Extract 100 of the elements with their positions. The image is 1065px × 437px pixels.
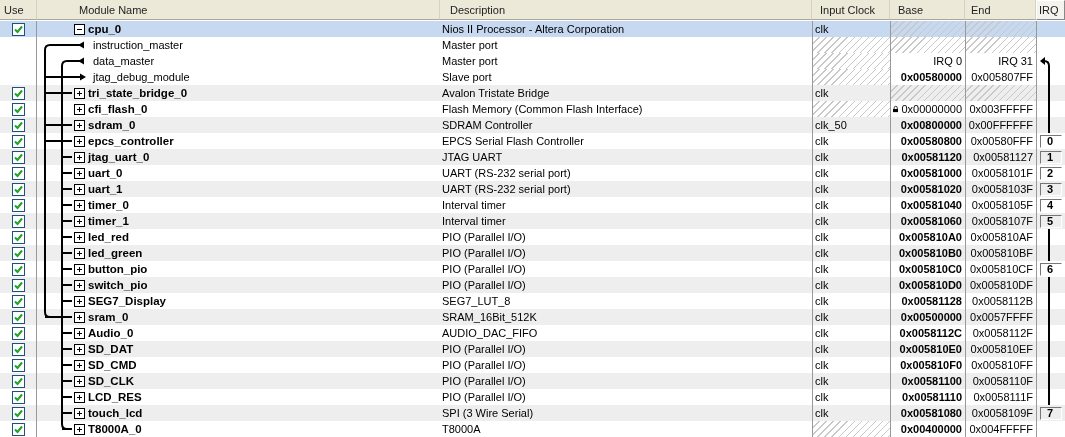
module-name[interactable]: tri_state_bridge_0 (88, 87, 188, 99)
unavailable-cell (965, 37, 1036, 53)
expand-icon[interactable] (74, 87, 85, 99)
expand-icon[interactable] (74, 375, 85, 387)
column-header[interactable]: Use (0, 0, 37, 20)
column-header[interactable]: Description (440, 0, 812, 20)
expand-icon[interactable] (74, 295, 85, 307)
checkbox[interactable] (11, 182, 25, 196)
module-name[interactable]: Audio_0 (88, 327, 134, 339)
module-name[interactable]: led_green (88, 247, 143, 259)
irq-chain-line (1048, 228, 1050, 262)
module-name[interactable]: switch_pio (88, 279, 148, 291)
module-name[interactable]: cfi_flash_0 (88, 103, 148, 115)
module-name[interactable]: timer_1 (88, 215, 129, 227)
column-header[interactable]: IRQ (1036, 0, 1065, 20)
module-name[interactable]: LCD_RES (88, 391, 142, 403)
clock-text: clk (812, 309, 890, 325)
end-address: 0x005810EF (965, 341, 1036, 357)
expand-icon[interactable] (74, 103, 85, 115)
checkbox[interactable] (11, 278, 25, 292)
clock-text: clk (812, 85, 890, 101)
checkbox[interactable] (11, 326, 25, 340)
expand-icon[interactable] (74, 311, 85, 323)
irq-field[interactable]: 5 (1040, 214, 1062, 228)
checkbox[interactable] (11, 390, 25, 404)
clock-text: clk (812, 181, 890, 197)
checkbox[interactable] (11, 310, 25, 324)
irq-field[interactable]: 2 (1040, 166, 1062, 180)
checkbox[interactable] (11, 134, 25, 148)
table-cell (1036, 85, 1065, 101)
irq-field[interactable]: 4 (1040, 198, 1062, 212)
unavailable-cell (965, 21, 1036, 37)
module-name[interactable]: uart_1 (88, 183, 123, 195)
checkbox[interactable] (11, 166, 25, 180)
expand-icon[interactable] (74, 327, 85, 339)
irq-field[interactable]: 0 (1040, 134, 1062, 148)
column-header[interactable]: Input Clock (812, 0, 890, 20)
irq-field[interactable]: 3 (1040, 182, 1062, 196)
checkbox[interactable] (11, 422, 25, 436)
checkbox[interactable] (11, 342, 25, 356)
expand-icon[interactable] (74, 343, 85, 355)
expand-icon[interactable] (74, 135, 85, 147)
module-name[interactable]: uart_0 (88, 167, 123, 179)
expand-icon[interactable] (74, 119, 85, 131)
checkbox[interactable] (11, 150, 25, 164)
checkbox[interactable] (11, 214, 25, 228)
checkbox[interactable] (11, 262, 25, 276)
expand-icon[interactable] (74, 247, 85, 259)
module-name[interactable]: T8000A_0 (88, 423, 142, 435)
irq-field[interactable]: 6 (1040, 262, 1062, 276)
expand-icon[interactable] (74, 423, 85, 435)
module-name[interactable]: cpu_0 (88, 23, 122, 35)
module-name[interactable]: touch_lcd (88, 407, 143, 419)
irq-field[interactable]: 7 (1040, 406, 1062, 420)
expand-icon[interactable] (74, 359, 85, 371)
end-address: 0x004FFFFF (965, 421, 1036, 437)
checkbox[interactable] (11, 118, 25, 132)
selected-row-highlight[interactable]: cpu_0 (37, 21, 440, 37)
end-address: 0x00581127 (965, 149, 1036, 165)
checkbox[interactable] (11, 22, 25, 36)
description-text: Flash Memory (Common Flash Interface) (441, 102, 644, 117)
expand-icon[interactable] (74, 231, 85, 243)
column-header[interactable]: End (965, 0, 1036, 20)
base-address: 0x00581060 (900, 215, 962, 227)
column-header[interactable]: Base (890, 0, 965, 20)
checkbox[interactable] (11, 406, 25, 420)
checkbox[interactable] (11, 374, 25, 388)
module-name[interactable]: SD_CLK (88, 375, 134, 387)
module-name[interactable]: SD_DAT (88, 343, 134, 355)
checkbox[interactable] (11, 198, 25, 212)
end-address: 0x0058110F (965, 373, 1036, 389)
module-name[interactable]: sram_0 (88, 311, 129, 323)
column-header[interactable]: Module Name (37, 0, 440, 20)
irq-field[interactable]: 1 (1040, 150, 1062, 164)
expand-icon[interactable] (74, 167, 85, 179)
checkbox[interactable] (11, 86, 25, 100)
module-name[interactable]: epcs_controller (88, 135, 174, 147)
checkbox[interactable] (11, 102, 25, 116)
module-name[interactable]: jtag_uart_0 (88, 151, 150, 163)
expand-icon[interactable] (74, 151, 85, 163)
module-name[interactable]: button_pio (88, 263, 148, 275)
module-name[interactable]: SD_CMD (88, 359, 137, 371)
module-name[interactable]: led_red (88, 231, 129, 243)
description-text: SEG7_LUT_8 (441, 294, 512, 309)
expand-icon[interactable] (74, 215, 85, 227)
checkbox[interactable] (11, 358, 25, 372)
expand-icon[interactable] (74, 199, 85, 211)
module-name[interactable]: SEG7_Display (88, 295, 166, 307)
expand-icon[interactable] (74, 183, 85, 195)
port-name: data_master (93, 55, 155, 67)
module-name[interactable]: timer_0 (88, 199, 129, 211)
checkbox[interactable] (11, 230, 25, 244)
checkbox[interactable] (11, 294, 25, 308)
checkbox[interactable] (11, 246, 25, 260)
module-name[interactable]: sdram_0 (88, 119, 136, 131)
expand-icon[interactable] (74, 279, 85, 291)
expand-icon[interactable] (74, 263, 85, 275)
expand-icon[interactable] (74, 391, 85, 403)
expand-icon[interactable] (74, 407, 85, 419)
collapse-icon[interactable] (74, 23, 85, 35)
